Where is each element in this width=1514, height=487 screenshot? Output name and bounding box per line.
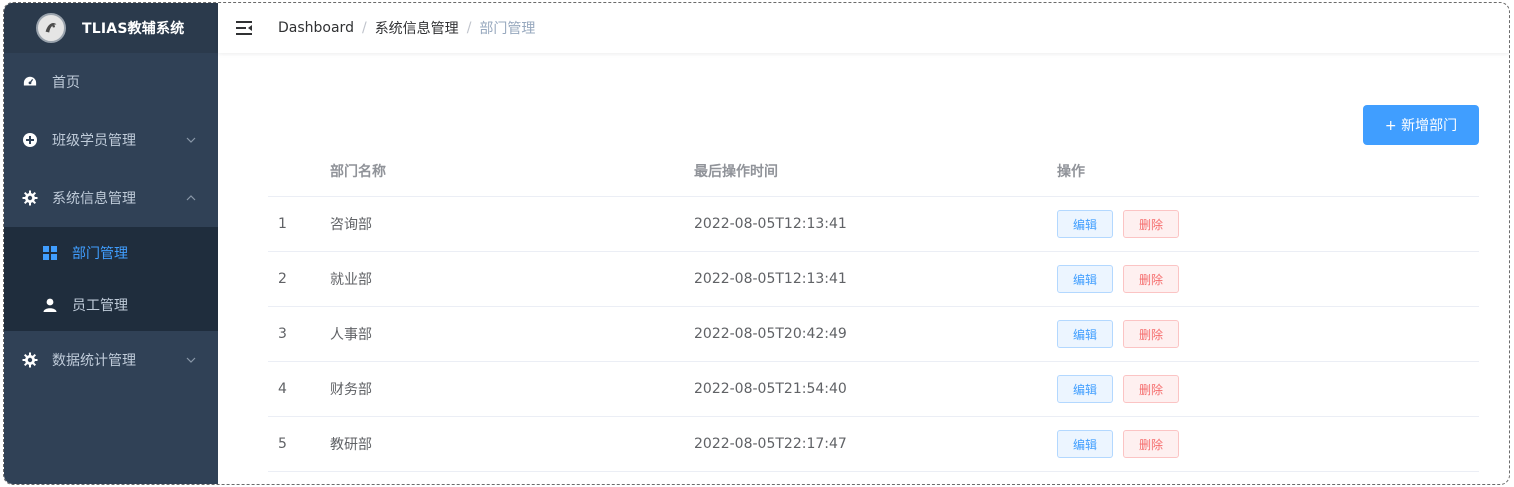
submenu-system-info: 部门管理 员工管理 [4, 227, 218, 331]
sidebar-item-label: 员工管理 [72, 298, 128, 314]
edit-button[interactable]: 编辑 [1057, 210, 1113, 238]
row-index: 5 [278, 436, 287, 452]
dept-name: 财务部 [330, 382, 372, 398]
table-row: 5 教研部 2022-08-05T22:17:47 编辑 删除 [268, 417, 1479, 472]
row-actions: 编辑 删除 [1057, 265, 1189, 293]
edit-button[interactable]: 编辑 [1057, 265, 1113, 293]
delete-button[interactable]: 删除 [1123, 320, 1179, 348]
dept-name: 就业部 [330, 272, 372, 288]
sidebar: TLIAS教辅系统 首页 班级学员管理 系统信息管理 部门管理 员工管理 数据统… [4, 3, 218, 484]
chevron-down-icon [186, 357, 196, 363]
header-name: 部门名称 [330, 163, 386, 180]
plus-circle-icon [22, 132, 38, 148]
table-row: 2 就业部 2022-08-05T12:13:41 编辑 删除 [268, 252, 1479, 307]
app-frame: TLIAS教辅系统 首页 班级学员管理 系统信息管理 部门管理 员工管理 数据统… [3, 2, 1510, 485]
update-time: 2022-08-05T22:17:47 [694, 436, 847, 452]
sidebar-item-department[interactable]: 部门管理 [4, 227, 218, 279]
sidebar-item-employee[interactable]: 员工管理 [4, 279, 218, 331]
dashboard-icon [22, 74, 38, 90]
update-time: 2022-08-05T12:13:41 [694, 271, 847, 287]
sidebar-item-label: 班级学员管理 [52, 133, 136, 149]
gear-icon [22, 352, 38, 368]
breadcrumb-separator: / [361, 20, 367, 36]
breadcrumb-system-info[interactable]: 系统信息管理 [375, 18, 459, 38]
update-time: 2022-08-05T20:42:49 [694, 326, 847, 342]
table-row: 3 人事部 2022-08-05T20:42:49 编辑 删除 [268, 307, 1479, 362]
row-actions: 编辑 删除 [1057, 430, 1189, 458]
dept-name: 教研部 [330, 437, 372, 453]
row-index: 1 [278, 216, 287, 232]
table-row: 4 财务部 2022-08-05T21:54:40 编辑 删除 [268, 362, 1479, 417]
row-actions: 编辑 删除 [1057, 375, 1189, 403]
header-time: 最后操作时间 [694, 163, 778, 180]
update-time: 2022-08-05T12:13:41 [694, 216, 847, 232]
sidebar-item-label: 数据统计管理 [52, 353, 136, 369]
dept-name: 咨询部 [330, 217, 372, 233]
sidebar-item-statistics[interactable]: 数据统计管理 [4, 331, 218, 389]
header-ops: 操作 [1057, 163, 1085, 180]
sidebar-item-label: 部门管理 [72, 246, 128, 262]
main-content: Dashboard / 系统信息管理 / 部门管理 + 新增部门 部门名称 最后… [218, 3, 1509, 484]
user-icon [42, 297, 58, 313]
breadcrumb-current: 部门管理 [479, 21, 536, 37]
breadcrumb-dashboard[interactable]: Dashboard [278, 20, 354, 36]
edit-button[interactable]: 编辑 [1057, 430, 1113, 458]
sidebar-item-home[interactable]: 首页 [4, 53, 218, 111]
delete-button[interactable]: 删除 [1123, 265, 1179, 293]
add-department-button[interactable]: + 新增部门 [1363, 105, 1479, 145]
logo-area: TLIAS教辅系统 [4, 3, 218, 53]
breadcrumb-separator: / [466, 20, 472, 36]
sidebar-item-system-info[interactable]: 系统信息管理 [4, 169, 218, 227]
update-time: 2022-08-05T21:54:40 [694, 381, 847, 397]
sidebar-item-label: 首页 [52, 75, 80, 91]
row-index: 2 [278, 271, 287, 287]
sidebar-item-label: 系统信息管理 [52, 191, 136, 207]
sidebar-item-class-students[interactable]: 班级学员管理 [4, 111, 218, 169]
gear-icon [22, 190, 38, 206]
row-index: 3 [278, 326, 287, 342]
table-row: 1 咨询部 2022-08-05T12:13:41 编辑 删除 [268, 197, 1479, 252]
navbar: Dashboard / 系统信息管理 / 部门管理 [218, 3, 1509, 53]
chevron-up-icon [186, 195, 196, 201]
dept-name: 人事部 [330, 327, 372, 343]
delete-button[interactable]: 删除 [1123, 210, 1179, 238]
logo-icon [36, 13, 66, 43]
grid-icon [42, 245, 58, 261]
edit-button[interactable]: 编辑 [1057, 375, 1113, 403]
row-actions: 编辑 删除 [1057, 210, 1189, 238]
edit-button[interactable]: 编辑 [1057, 320, 1113, 348]
chevron-down-icon [186, 137, 196, 143]
app-title: TLIAS教辅系统 [82, 21, 185, 37]
table-header: 部门名称 最后操作时间 操作 [268, 145, 1479, 197]
delete-button[interactable]: 删除 [1123, 430, 1179, 458]
row-index: 4 [278, 381, 287, 397]
row-actions: 编辑 删除 [1057, 320, 1189, 348]
hamburger-icon[interactable] [234, 18, 254, 38]
delete-button[interactable]: 删除 [1123, 375, 1179, 403]
department-table: 部门名称 最后操作时间 操作 1 咨询部 2022-08-05T12:13:41… [268, 145, 1479, 472]
breadcrumb: Dashboard / 系统信息管理 / 部门管理 [278, 18, 535, 38]
